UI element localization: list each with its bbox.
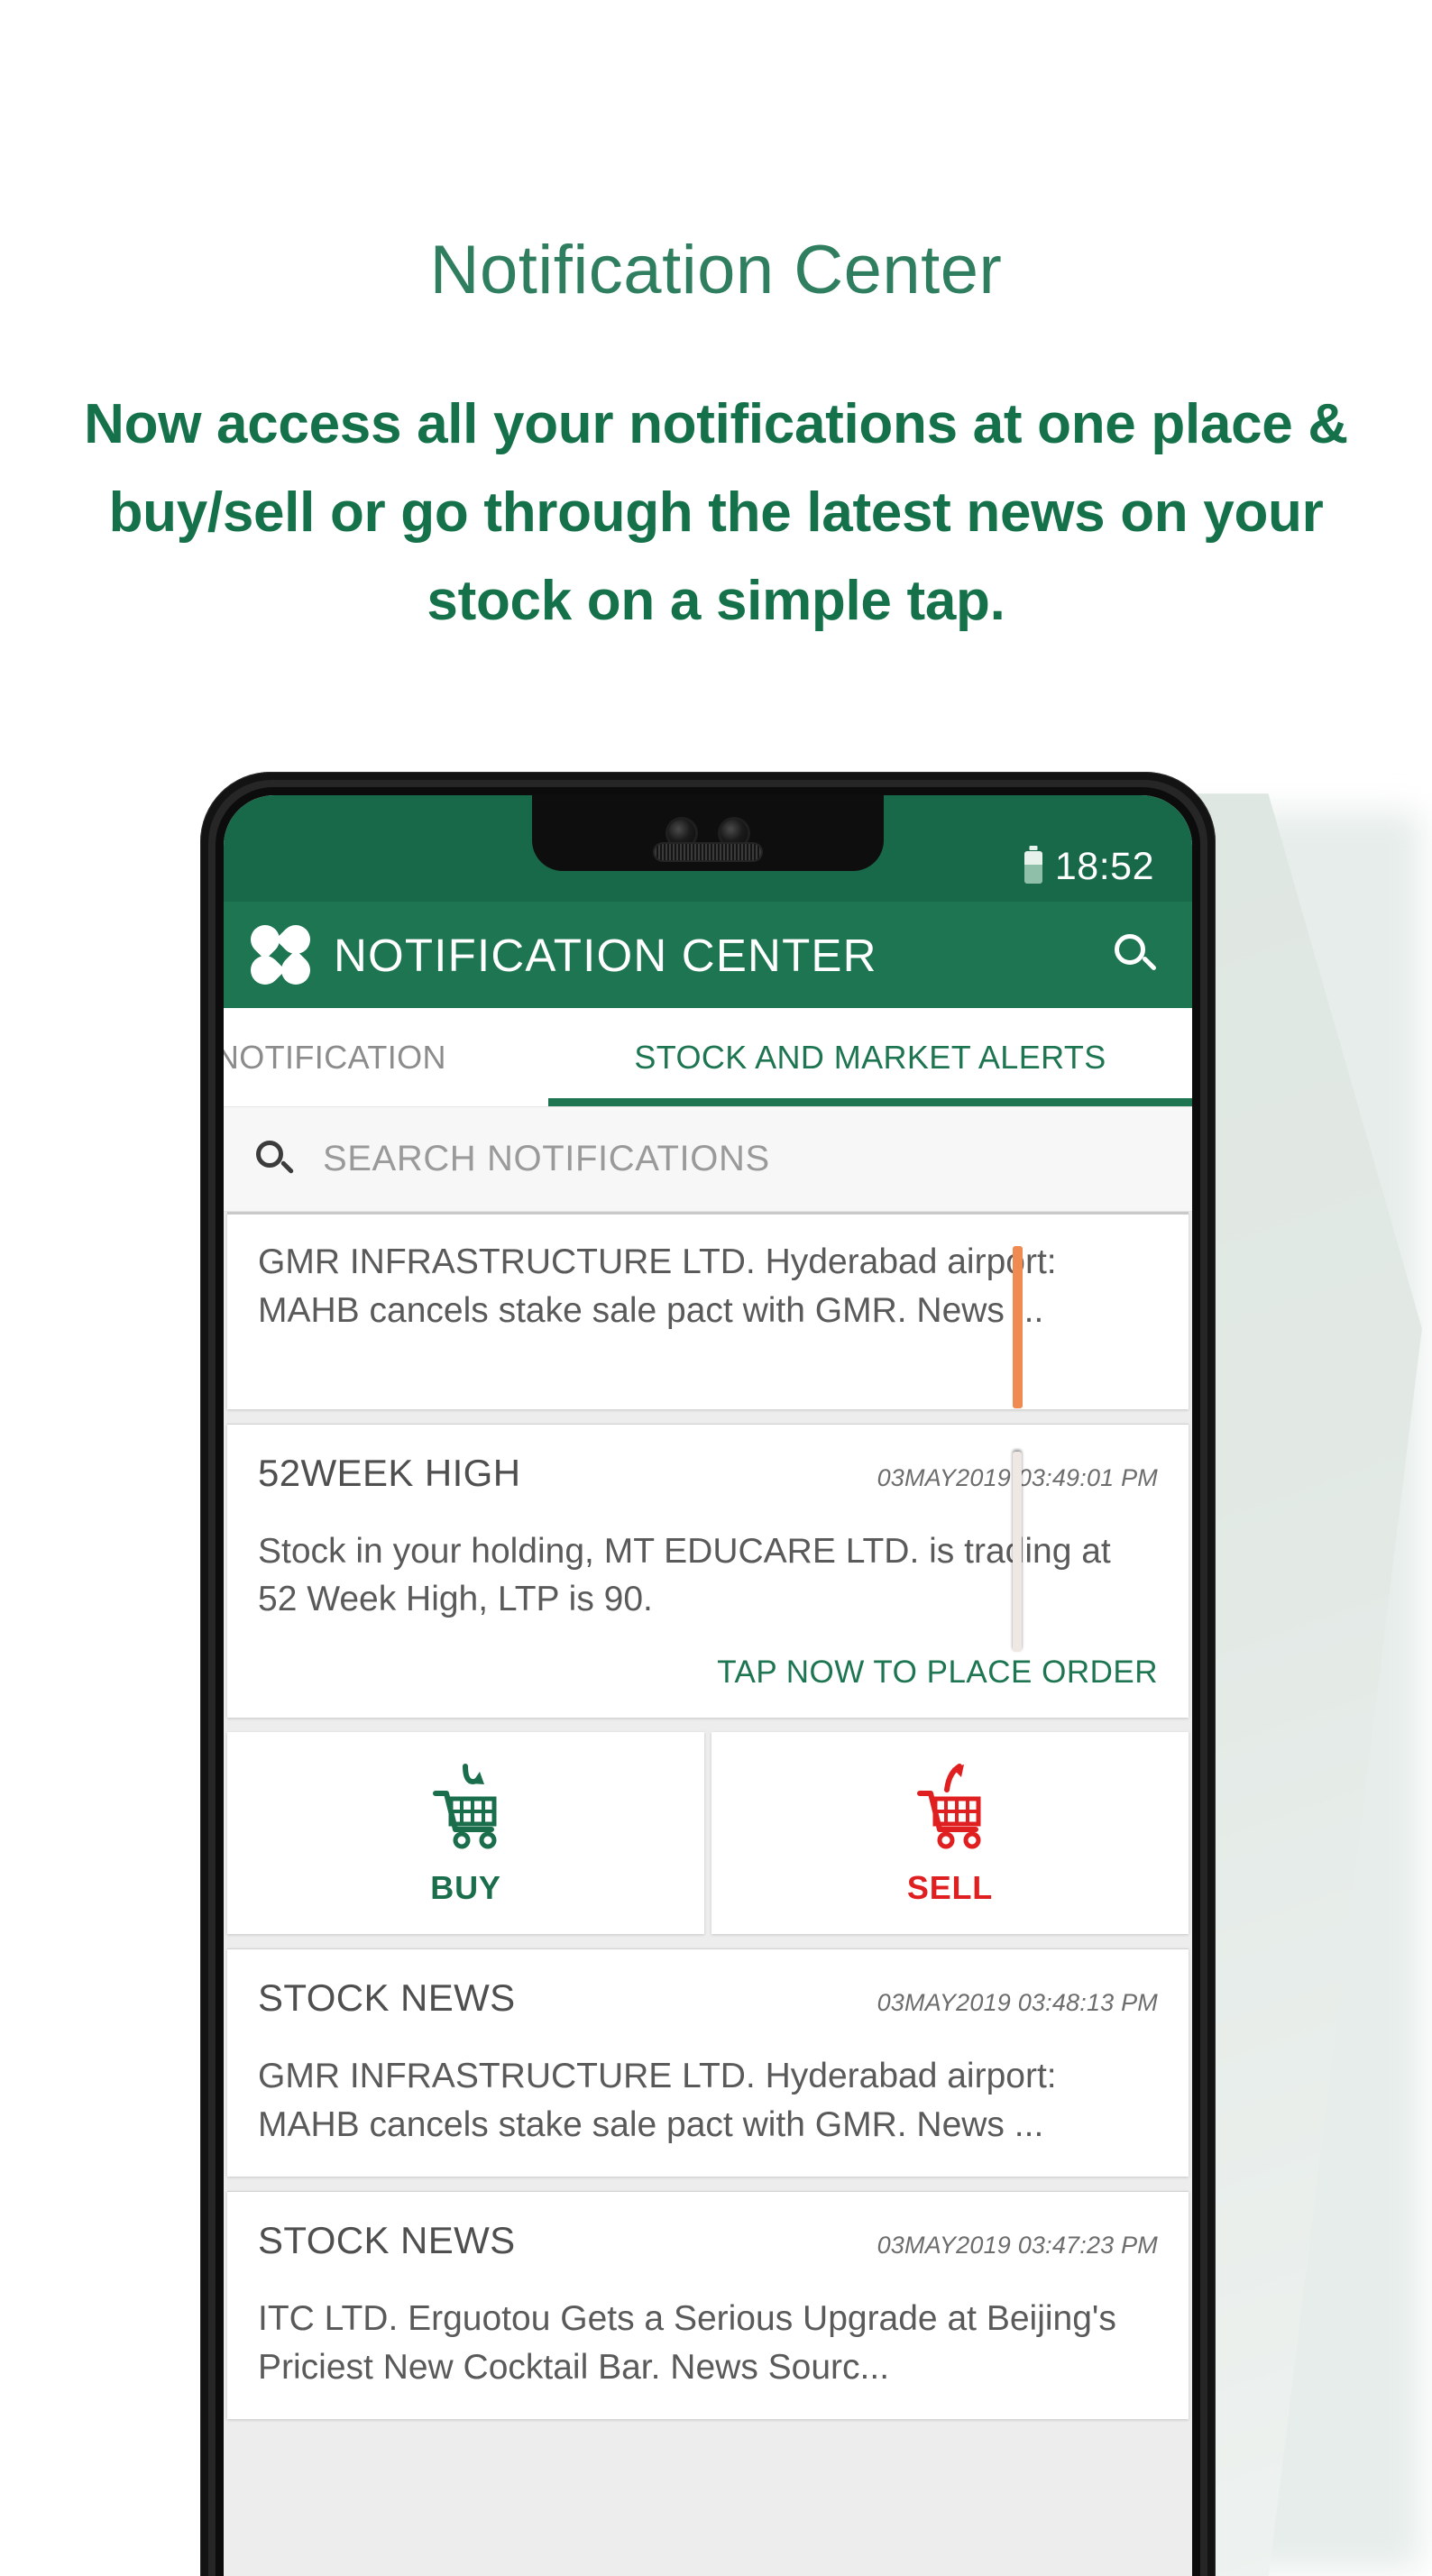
phone-screen: 18:52 NOTIFICATION CENTER E NOTIFICATION… [224, 795, 1192, 2576]
search-input[interactable] [323, 1139, 1161, 1179]
notification-header: STOCK NEWS 03MAY2019 03:47:23 PM [258, 2219, 1158, 2262]
battery-icon [1024, 850, 1042, 884]
sell-button[interactable]: SELL [711, 1732, 1189, 1935]
tab-bar: E NOTIFICATION STOCK AND MARKET ALERTS [224, 1008, 1192, 1107]
app-bar: NOTIFICATION CENTER [224, 902, 1192, 1008]
notification-body: Stock in your holding, MT EDUCARE LTD. i… [258, 1531, 1111, 1619]
phone-notch [532, 795, 884, 871]
notification-title: STOCK NEWS [258, 1976, 516, 2020]
page-title: Notification Center [429, 232, 1003, 308]
notification-timestamp: 03MAY2019 03:47:23 PM [877, 2231, 1158, 2259]
status-bar-right: 18:52 [1024, 845, 1154, 889]
app-bar-title: NOTIFICATION CENTER [334, 929, 877, 981]
front-camera-icon [668, 820, 695, 847]
notification-body: GMR INFRASTRUCTURE LTD. Hyderabad airpor… [258, 2057, 1057, 2145]
notification-body: ITC LTD. Erguotou Gets a Serious Upgrade… [258, 2298, 1116, 2387]
clover-logo-icon [244, 919, 317, 991]
notification-title: STOCK NEWS [258, 2218, 516, 2261]
notification-timestamp: 03MAY2019 03:48:13 PM [877, 1989, 1158, 2017]
earpiece-speaker-icon [655, 844, 761, 860]
cart-down-arrow-icon [423, 1763, 509, 1856]
volume-button[interactable] [1013, 1452, 1022, 1652]
buy-button[interactable]: BUY [227, 1732, 704, 1935]
sell-label: SELL [906, 1869, 994, 1907]
place-order-link[interactable]: TAP NOW TO PLACE ORDER [258, 1655, 1158, 1691]
phone-device: 18:52 NOTIFICATION CENTER E NOTIFICATION… [200, 772, 1216, 2576]
buy-label: BUY [430, 1869, 501, 1907]
notification-list[interactable]: GMR INFRASTRUCTURE LTD. Hyderabad airpor… [224, 1212, 1192, 2576]
cart-up-arrow-icon [907, 1763, 994, 1856]
search-bar[interactable] [224, 1107, 1192, 1212]
notification-header: 52WEEK HIGH 03MAY2019 03:49:01 PM [258, 1452, 1158, 1495]
front-camera-secondary-icon [721, 820, 748, 847]
notification-header: STOCK NEWS 03MAY2019 03:48:13 PM [258, 1976, 1158, 2020]
page-subtitle: Now access all your notifications at one… [84, 393, 1348, 632]
power-button[interactable] [1013, 1246, 1023, 1408]
tab-trade-notification[interactable]: E NOTIFICATION [224, 1008, 548, 1106]
promo-screenshot-page: Notification Center Now access all your … [0, 0, 1432, 2576]
status-bar-clock: 18:52 [1054, 845, 1154, 888]
search-icon [254, 1139, 296, 1180]
notification-title: 52WEEK HIGH [258, 1451, 521, 1494]
tab-stock-and-market-alerts[interactable]: STOCK AND MARKET ALERTS [548, 1008, 1192, 1106]
notification-card[interactable]: GMR INFRASTRUCTURE LTD. Hyderabad airpor… [227, 1212, 1189, 1409]
status-bar: 18:52 [224, 795, 1192, 902]
trade-actions: BUY SELL [227, 1732, 1189, 1935]
search-icon[interactable] [1111, 930, 1160, 979]
notification-body: GMR INFRASTRUCTURE LTD. Hyderabad airpor… [258, 1242, 1057, 1330]
notification-card[interactable]: 52WEEK HIGH 03MAY2019 03:49:01 PM Stock … [227, 1423, 1189, 1719]
notification-card[interactable]: STOCK NEWS 03MAY2019 03:48:13 PM GMR INF… [227, 1948, 1189, 2177]
notification-card[interactable]: STOCK NEWS 03MAY2019 03:47:23 PM ITC LTD… [227, 2190, 1189, 2419]
